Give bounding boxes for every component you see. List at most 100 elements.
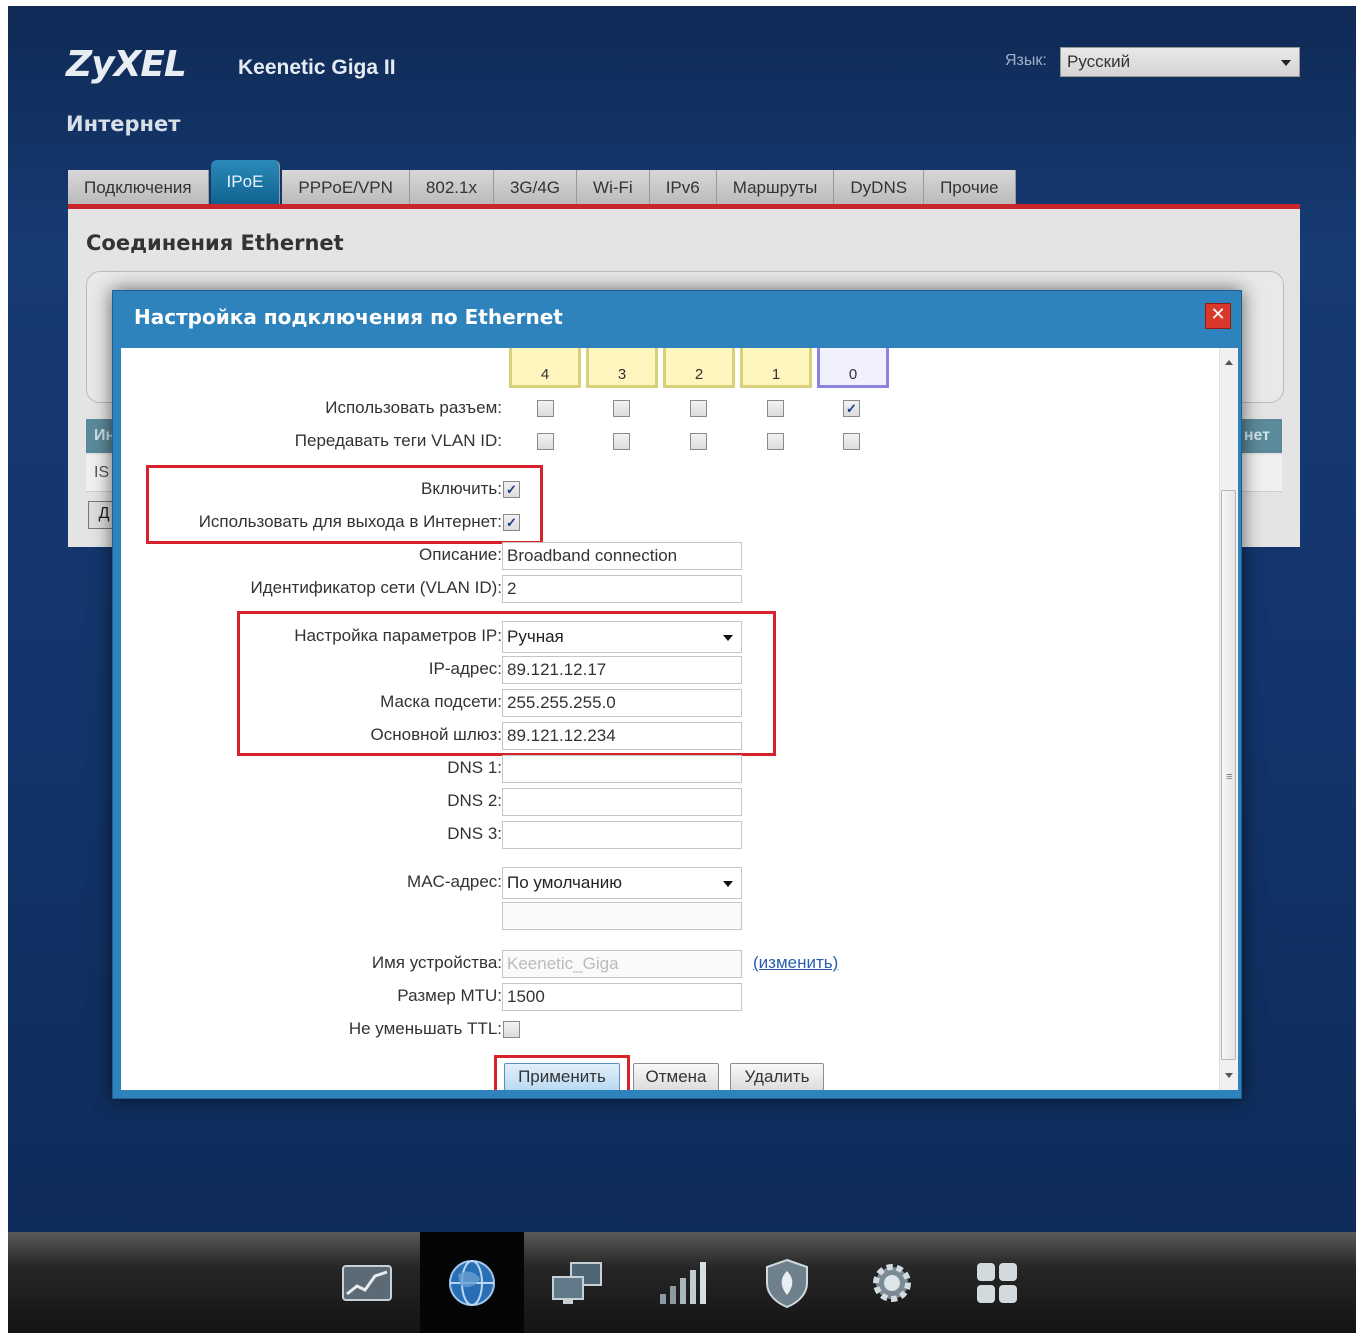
port-4-icon: 4: [509, 348, 581, 388]
port-3-icon: 3: [586, 348, 658, 388]
use-port-3-checkbox[interactable]: [613, 400, 630, 417]
change-device-name-link[interactable]: (изменить): [753, 953, 838, 973]
vlan-tags-label: Передавать теги VLAN ID:: [294, 431, 502, 450]
nav-network[interactable]: [525, 1232, 629, 1333]
tab-3g4g[interactable]: 3G/4G: [493, 170, 578, 206]
apps-grid-icon: [977, 1262, 1017, 1303]
description-field[interactable]: Broadband connection: [502, 542, 742, 570]
nav-wifi[interactable]: [630, 1232, 734, 1333]
vlan-tag-port-1-checkbox[interactable]: [767, 433, 784, 450]
apply-button[interactable]: Применить: [504, 1063, 620, 1090]
tab-dydns[interactable]: DyDNS: [834, 170, 925, 206]
nav-internet[interactable]: [420, 1232, 524, 1333]
ip-address-field[interactable]: 89.121.12.17: [502, 656, 742, 684]
enable-checkbox[interactable]: ✓: [503, 481, 520, 498]
port-1-icon: 1: [740, 348, 812, 388]
ethernet-settings-dialog: Настройка подключения по Ethernet ✕ 4 3 …: [112, 290, 1242, 1099]
vlan-id-field[interactable]: 2: [502, 575, 742, 603]
nav-settings[interactable]: [840, 1232, 944, 1333]
tab-routes[interactable]: Маршруты: [716, 170, 835, 206]
vlan-tag-port-0-checkbox[interactable]: [843, 433, 860, 450]
use-port-0-checkbox[interactable]: ✓: [843, 400, 860, 417]
tab-pppoe-vpn[interactable]: PPPoE/VPN: [282, 170, 410, 206]
chevron-down-icon: [723, 635, 733, 641]
vlan-tag-port-3-checkbox[interactable]: [613, 433, 630, 450]
mac-select-value: По умолчанию: [507, 873, 622, 892]
enable-label: Включить:: [421, 479, 502, 498]
panel-title: Соединения Ethernet: [86, 231, 344, 255]
no-ttl-label: Не уменьшать TTL:: [348, 1019, 502, 1038]
globe-internet-icon: [449, 1259, 495, 1306]
port-label: 4: [540, 366, 550, 383]
shield-security-icon: [766, 1258, 808, 1308]
dns2-label: DNS 2:: [447, 791, 502, 810]
dns3-field[interactable]: [502, 821, 742, 849]
grip-icon: ≡: [1226, 771, 1233, 783]
dns1-field[interactable]: [502, 755, 742, 783]
tab-8021x[interactable]: 802.1x: [409, 170, 494, 206]
use-internet-checkbox[interactable]: ✓: [503, 514, 520, 531]
dialog-title: Настройка подключения по Ethernet: [134, 305, 563, 329]
tab-connections[interactable]: Подключения: [68, 170, 209, 206]
use-port-label: Использовать разъем:: [325, 398, 502, 417]
scroll-down-icon[interactable]: [1225, 1073, 1233, 1078]
dialog-body: 4 3 2 1 0 Использовать разъем: ✓ Передав…: [121, 348, 1219, 1090]
scroll-up-icon[interactable]: [1225, 360, 1233, 365]
gear-settings-icon: [873, 1263, 911, 1302]
use-internet-label: Использовать для выхода в Интернет:: [198, 512, 502, 531]
mac-select[interactable]: По умолчанию: [502, 867, 742, 899]
ip-address-label: IP-адрес:: [428, 659, 502, 678]
tab-wifi[interactable]: Wi-Fi: [577, 170, 650, 206]
mtu-field[interactable]: 1500: [502, 983, 742, 1011]
chevron-down-icon: [1281, 60, 1291, 66]
tab-bar: Подключения IPoE PPPoE/VPN 802.1x 3G/4G …: [68, 160, 1016, 206]
nav-security[interactable]: [735, 1232, 839, 1333]
port-label: 1: [771, 366, 781, 383]
ip-config-label: Настройка параметров IP:: [294, 626, 502, 645]
close-icon[interactable]: ✕: [1205, 303, 1231, 329]
nav-monitor[interactable]: [315, 1232, 419, 1333]
device-name-label: Имя устройства:: [371, 953, 502, 972]
dns2-field[interactable]: [502, 788, 742, 816]
description-label: Описание:: [419, 545, 502, 564]
table-header-right: нет: [1243, 427, 1270, 444]
language-select-value: Русский: [1067, 52, 1131, 71]
bottom-nav-bar: [8, 1232, 1356, 1333]
page-title: Интернет: [66, 112, 181, 136]
use-port-2-checkbox[interactable]: [690, 400, 707, 417]
subnet-mask-field[interactable]: 255.255.255.0: [502, 689, 742, 717]
use-port-1-checkbox[interactable]: [767, 400, 784, 417]
vlan-tag-port-4-checkbox[interactable]: [537, 433, 554, 450]
nav-apps[interactable]: [945, 1232, 1049, 1333]
dns1-label: DNS 1:: [447, 758, 502, 777]
gateway-field[interactable]: 89.121.12.234: [502, 722, 742, 750]
mtu-label: Размер MTU:: [397, 986, 502, 1005]
port-label: 2: [694, 366, 704, 383]
use-port-4-checkbox[interactable]: [537, 400, 554, 417]
port-2-icon: 2: [663, 348, 735, 388]
tab-ipv6[interactable]: IPv6: [649, 170, 717, 206]
device-model: Keenetic Giga II: [238, 56, 396, 79]
table-row-text: IS: [94, 464, 110, 481]
mac-address-field[interactable]: [502, 902, 742, 930]
language-select[interactable]: Русский: [1060, 47, 1300, 77]
port-label: 0: [848, 366, 858, 383]
dns3-label: DNS 3:: [447, 824, 502, 843]
mac-label: MAC-адрес:: [407, 872, 502, 891]
delete-button[interactable]: Удалить: [730, 1063, 824, 1090]
ip-config-select[interactable]: Ручная: [502, 621, 742, 653]
tab-other[interactable]: Прочие: [924, 170, 1016, 206]
cancel-button[interactable]: Отмена: [633, 1063, 719, 1090]
computers-network-icon: [552, 1261, 602, 1304]
chevron-down-icon: [723, 881, 733, 887]
tab-ipoe[interactable]: IPoE: [210, 160, 281, 204]
language-label: Язык:: [1005, 52, 1047, 69]
scroll-thumb[interactable]: ≡: [1221, 490, 1236, 1060]
no-ttl-checkbox[interactable]: [503, 1021, 520, 1038]
dialog-scrollbar[interactable]: ≡: [1219, 348, 1238, 1090]
wifi-signal-bars-icon: [660, 1261, 706, 1304]
device-name-field: Keenetic_Giga: [502, 950, 742, 978]
router-web-ui: ZyXEL Keenetic Giga II Интернет Язык: Ру…: [8, 6, 1356, 1333]
subnet-mask-label: Маска подсети:: [380, 692, 502, 711]
vlan-tag-port-2-checkbox[interactable]: [690, 433, 707, 450]
